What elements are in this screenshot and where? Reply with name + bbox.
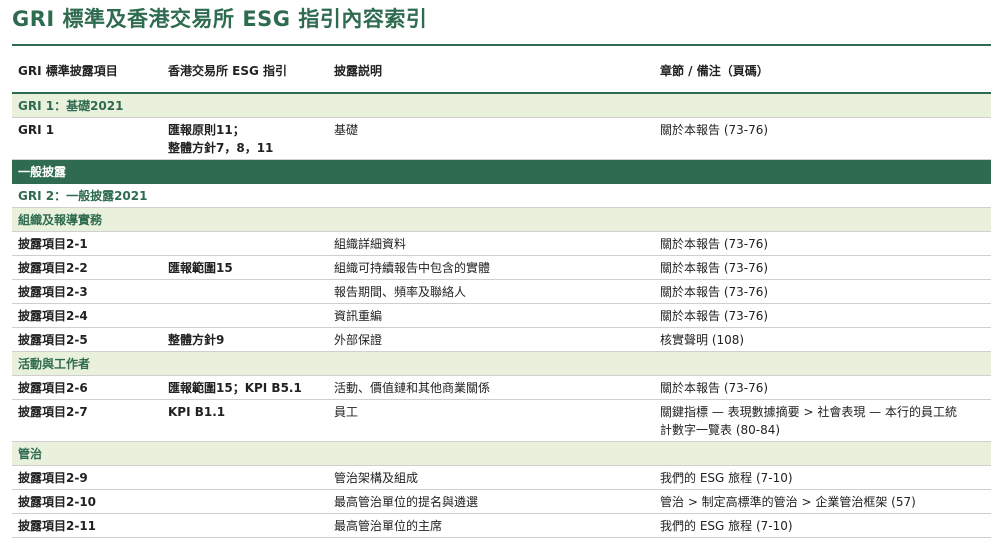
table-row: 披露項目2-1 組織詳細資料 關於本報告 (73-76)	[12, 232, 991, 256]
subsection-heading-row: GRI 1：基礎2021	[12, 94, 991, 118]
section-remark-cell: 關於本報告 (73-76)	[660, 237, 769, 251]
description-cell: 組織可持續報告中包含的實體	[334, 261, 491, 275]
description-cell: 基礎	[334, 123, 359, 137]
hkex-guide-cell: 整體方針9	[168, 333, 225, 347]
header-hkex-guide: 香港交易所 ESG 指引	[168, 64, 288, 78]
table-body: GRI 1：基礎2021 GRI 1 匯報原則11； 整體方針7，8，11 基礎 關於本報…	[12, 94, 991, 538]
table-row: 披露項目2-2 匯報範圍15 組織可持續報告中包含的實體 關於本報告 (73-76)	[12, 256, 991, 280]
gri-disclosure-cell: 披露項目2-4	[18, 309, 88, 323]
table-row: 披露項目2-5 整體方針9 外部保證 核實聲明 (108)	[12, 328, 991, 352]
table-row: 披露項目2-3 報告期間、頻率及聯絡人 關於本報告 (73-76)	[12, 280, 991, 304]
table-row: 披露項目2-10 最高管治單位的提名與遴選 管治 > 制定高標準的管治 > 企業管治…	[12, 490, 991, 514]
subsection-heading-row: 管治	[12, 442, 991, 466]
description-cell: 組織詳細資料	[334, 237, 407, 251]
gri-disclosure-cell: 披露項目2-1	[18, 237, 88, 251]
section-remark-cell: 我們的 ESG 旅程 (7-10)	[660, 471, 793, 485]
gri-disclosure-cell: 披露項目2-10	[18, 495, 97, 509]
section-heading: GRI 2：一般披露2021	[18, 189, 148, 203]
hkex-guide-cell: 匯報範圍15	[168, 261, 233, 275]
description-cell: 報告期間、頻率及聯絡人	[334, 285, 467, 299]
section-remark-cell: 我們的 ESG 旅程 (7-10)	[660, 519, 793, 533]
hkex-guide-cell: 匯報原則11；	[168, 123, 245, 137]
header-section-remark: 章節 / 備注（頁碼）	[660, 64, 769, 78]
subsection-heading-row: GRI 2：一般披露2021	[12, 184, 991, 208]
table-row: 披露項目2-6 匯報範圍15；KPI B5.1 活動、價值鏈和其他商業關係 關於本報告…	[12, 376, 991, 400]
subsection-heading-row: 組織及報導實務	[12, 208, 991, 232]
subsection-heading-row: 活動與工作者	[12, 352, 991, 376]
section-remark-cell: 關於本報告 (73-76)	[660, 309, 769, 323]
content-index-table: GRI 標準披露項目 香港交易所 ESG 指引 披露説明 章節 / 備注（頁碼）…	[12, 44, 991, 538]
section-remark-cell: 關於本報告 (73-76)	[660, 261, 769, 275]
page-title: GRI 標準及香港交易所 ESG 指引內容索引	[12, 7, 428, 31]
gri-disclosure-cell: 披露項目2-9	[18, 471, 88, 485]
section-heading-row: 一般披露	[12, 160, 991, 184]
header-description: 披露説明	[334, 64, 383, 78]
description-cell: 管治架構及組成	[334, 471, 419, 485]
table-row: GRI 1 匯報原則11； 整體方針7，8，11 基礎 關於本報告 (73-76)	[12, 118, 991, 160]
hkex-guide-cell: KPI B1.1	[168, 405, 226, 419]
section-heading: 一般披露	[18, 165, 67, 179]
hkex-guide-cell: 整體方針7，8，11	[168, 141, 274, 155]
gri-disclosure-cell: 披露項目2-11	[18, 519, 97, 533]
section-remark-cell: 關於本報告 (73-76)	[660, 123, 769, 137]
header-gri-disclosure: GRI 標準披露項目	[18, 64, 118, 78]
description-cell: 最高管治單位的主席	[334, 519, 443, 533]
section-remark-cell: 管治 > 制定高標準的管治 > 企業管治框架 (57)	[660, 495, 916, 509]
section-remark-cell: 關鍵指標 — 表現數據摘要 > 社會表現 — 本行的員工統	[660, 405, 957, 419]
section-heading: 活動與工作者	[18, 357, 91, 371]
description-cell: 外部保證	[334, 333, 383, 347]
gri-disclosure-cell: 披露項目2-5	[18, 333, 88, 347]
description-cell: 最高管治單位的提名與遴選	[334, 495, 479, 509]
gri-disclosure-cell: 披露項目2-3	[18, 285, 88, 299]
description-cell: 員工	[334, 405, 359, 419]
table-row: 披露項目2-9 管治架構及組成 我們的 ESG 旅程 (7-10)	[12, 466, 991, 490]
section-remark-cell: 核實聲明 (108)	[660, 333, 745, 347]
table-row: 披露項目2-4 資訊重編 關於本報告 (73-76)	[12, 304, 991, 328]
section-remark-cell: 關於本報告 (73-76)	[660, 381, 769, 395]
section-heading: 管治	[18, 447, 43, 461]
table-row: 披露項目2-7 KPI B1.1 員工 關鍵指標 — 表現數據摘要 > 社會表現 — …	[12, 400, 991, 442]
gri-disclosure-cell: 披露項目2-2	[18, 261, 88, 275]
section-heading: 組織及報導實務	[18, 213, 103, 227]
table-row: 披露項目2-11 最高管治單位的主席 我們的 ESG 旅程 (7-10)	[12, 514, 991, 538]
section-remark-cell: 關於本報告 (73-76)	[660, 285, 769, 299]
hkex-guide-cell: 匯報範圍15；KPI B5.1	[168, 381, 302, 395]
description-cell: 活動、價值鏈和其他商業關係	[334, 381, 491, 395]
gri-disclosure-cell: 披露項目2-7	[18, 405, 88, 419]
gri-disclosure-cell: GRI 1	[18, 123, 55, 137]
section-remark-cell: 計數字一覽表 (80-84)	[660, 423, 781, 437]
description-cell: 資訊重編	[334, 309, 383, 323]
table-header: GRI 標準披露項目 香港交易所 ESG 指引 披露説明 章節 / 備注（頁碼）	[12, 46, 991, 94]
section-heading: GRI 1：基礎2021	[18, 99, 124, 113]
gri-disclosure-cell: 披露項目2-6	[18, 381, 88, 395]
